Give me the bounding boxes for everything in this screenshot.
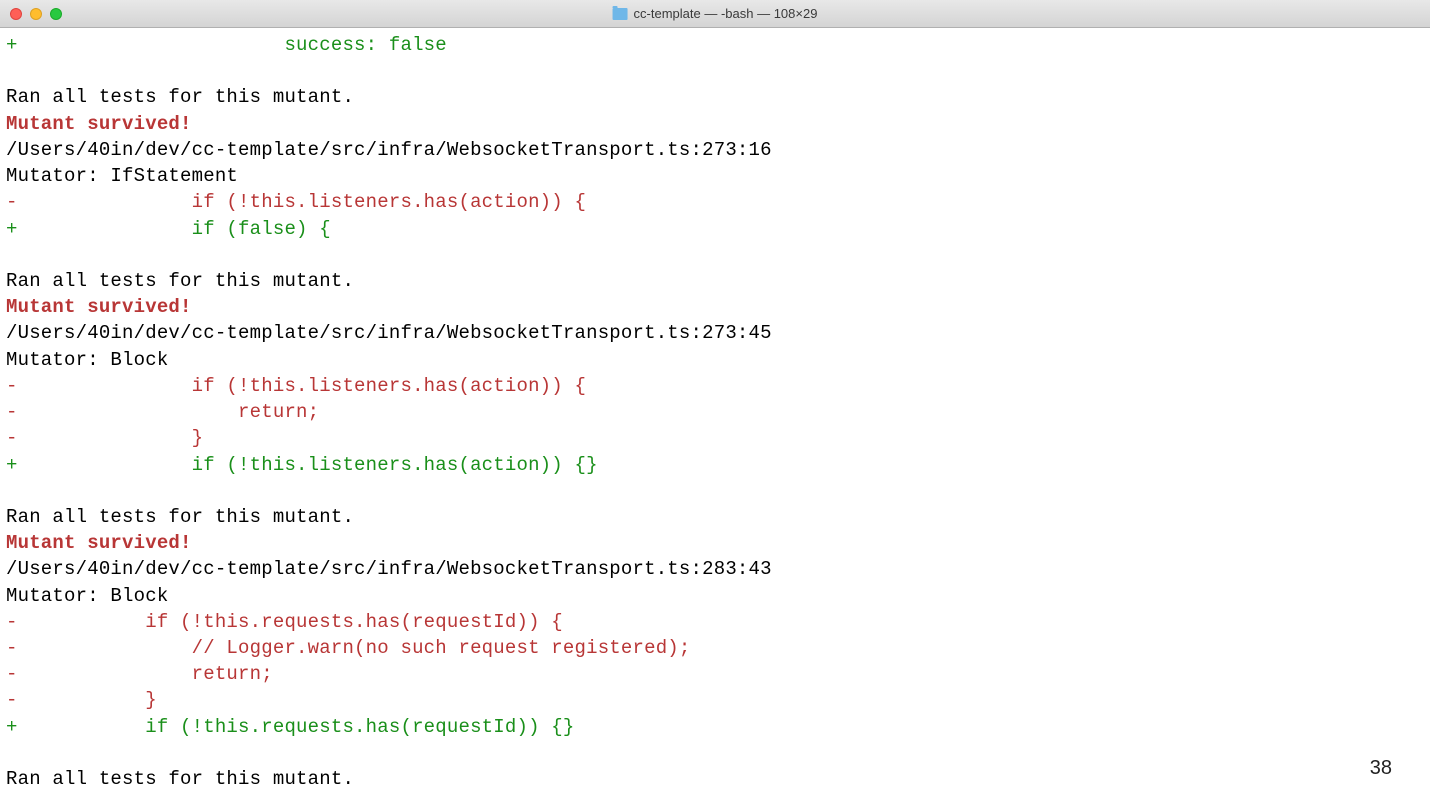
terminal-line: + if (!this.listeners.has(action)) {} bbox=[6, 452, 1424, 478]
titlebar[interactable]: cc-template — -bash — 108×29 bbox=[0, 0, 1430, 28]
terminal-line: - } bbox=[6, 687, 1424, 713]
window-title: cc-template — -bash — 108×29 bbox=[634, 6, 818, 21]
terminal-line: - // Logger.warn(no such request registe… bbox=[6, 635, 1424, 661]
terminal-line bbox=[6, 242, 1424, 268]
terminal-line bbox=[6, 58, 1424, 84]
terminal-line: - if (!this.listeners.has(action)) { bbox=[6, 373, 1424, 399]
terminal-line: Ran all tests for this mutant. bbox=[6, 268, 1424, 294]
page-number: 38 bbox=[1370, 757, 1392, 780]
terminal-line: Ran all tests for this mutant. bbox=[6, 504, 1424, 530]
terminal-line bbox=[6, 478, 1424, 504]
terminal-line: + success: false bbox=[6, 32, 1424, 58]
terminal-line: Ran all tests for this mutant. bbox=[6, 84, 1424, 110]
terminal-line: - } bbox=[6, 425, 1424, 451]
terminal-line: /Users/40in/dev/cc-template/src/infra/We… bbox=[6, 556, 1424, 582]
terminal-line: Mutator: Block bbox=[6, 583, 1424, 609]
terminal-line: /Users/40in/dev/cc-template/src/infra/We… bbox=[6, 320, 1424, 346]
terminal-line: Ran all tests for this mutant. bbox=[6, 766, 1424, 792]
terminal-line: - if (!this.requests.has(requestId)) { bbox=[6, 609, 1424, 635]
terminal-line: Mutant survived! bbox=[6, 111, 1424, 137]
terminal-line: Mutant survived! bbox=[6, 530, 1424, 556]
terminal-line: - return; bbox=[6, 661, 1424, 687]
terminal-line: + if (false) { bbox=[6, 216, 1424, 242]
terminal-line: - return; bbox=[6, 399, 1424, 425]
terminal-line: Mutator: Block bbox=[6, 347, 1424, 373]
window-title-wrap: cc-template — -bash — 108×29 bbox=[613, 6, 818, 21]
maximize-button[interactable] bbox=[50, 8, 62, 20]
terminal-line: Mutator: IfStatement bbox=[6, 163, 1424, 189]
terminal-line: + if (!this.requests.has(requestId)) {} bbox=[6, 714, 1424, 740]
minimize-button[interactable] bbox=[30, 8, 42, 20]
folder-icon bbox=[613, 8, 628, 20]
terminal-line: /Users/40in/dev/cc-template/src/infra/We… bbox=[6, 137, 1424, 163]
terminal-line: - if (!this.listeners.has(action)) { bbox=[6, 189, 1424, 215]
close-button[interactable] bbox=[10, 8, 22, 20]
terminal-line: Mutant survived! bbox=[6, 294, 1424, 320]
terminal-line bbox=[6, 740, 1424, 766]
terminal-output[interactable]: + success: false Ran all tests for this … bbox=[0, 28, 1430, 796]
traffic-lights bbox=[10, 8, 62, 20]
